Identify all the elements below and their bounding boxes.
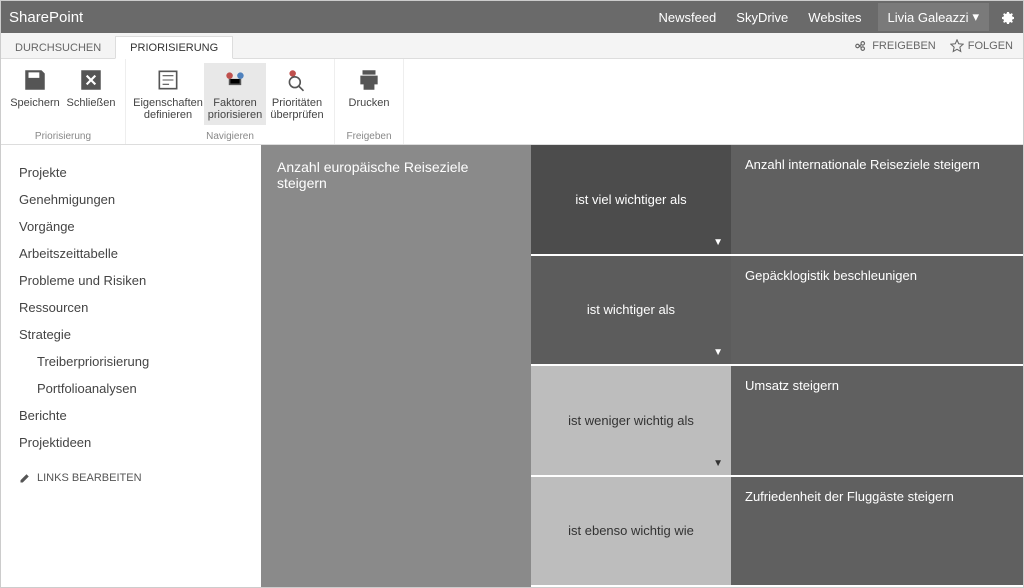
relation-selector[interactable]: ist wichtiger als▼ xyxy=(531,256,731,367)
save-button[interactable]: Speichern xyxy=(7,63,63,113)
ribbon: Speichern Schließen Priorisierung Eigens… xyxy=(1,59,1023,145)
ribbon-group-label: Freigeben xyxy=(341,129,397,142)
relation-selector[interactable]: ist viel wichtiger als▼ xyxy=(531,145,731,256)
factors-label: Faktoren priorisieren xyxy=(206,97,264,121)
ribbon-group-navigieren: Eigenschaften definieren Faktoren priori… xyxy=(126,59,335,144)
suite-title: SharePoint xyxy=(9,9,83,26)
chevron-down-icon: ▼ xyxy=(713,347,723,358)
ribbon-tabs: DURCHSUCHEN PRIORISIERUNG FREIGEBEN FOLG… xyxy=(1,33,1023,59)
ribbon-group-priorisierung: Speichern Schließen Priorisierung xyxy=(1,59,126,144)
properties-label: Eigenschaften definieren xyxy=(133,97,203,121)
compare-driver: Umsatz steigern xyxy=(731,366,1023,477)
matrix-left-label: Anzahl europäische Reiseziele steigern xyxy=(277,159,468,191)
save-label: Speichern xyxy=(10,97,60,109)
suite-link-skydrive[interactable]: SkyDrive xyxy=(736,10,788,25)
review-icon xyxy=(283,67,311,93)
nav-item-ressourcen[interactable]: Ressourcen xyxy=(19,294,243,321)
ribbon-group-label: Navigieren xyxy=(132,129,328,142)
share-icon xyxy=(854,39,868,53)
pencil-icon xyxy=(19,472,31,484)
print-label: Drucken xyxy=(349,97,390,109)
matrix-relation-column: ist viel wichtiger als▼ist wichtiger als… xyxy=(531,145,731,587)
relation-selector[interactable]: ist ebenso wichtig wie xyxy=(531,477,731,588)
suite-link-websites[interactable]: Websites xyxy=(808,10,861,25)
matrix-compare-column: Anzahl internationale Reiseziele steiger… xyxy=(731,145,1023,587)
nav-item-arbeitszeittabelle[interactable]: Arbeitszeittabelle xyxy=(19,240,243,267)
content-area: ProjekteGenehmigungenVorgängeArbeitszeit… xyxy=(1,145,1023,587)
nav-item-genehmigungen[interactable]: Genehmigungen xyxy=(19,186,243,213)
chevron-down-icon: ▼ xyxy=(713,458,723,469)
gear-icon[interactable] xyxy=(999,9,1015,25)
ribbon-group-freigeben: Drucken Freigeben xyxy=(335,59,404,144)
user-name: Livia Galeazzi xyxy=(888,10,969,25)
follow-button[interactable]: FOLGEN xyxy=(950,39,1013,53)
quick-launch: ProjekteGenehmigungenVorgängeArbeitszeit… xyxy=(1,145,261,587)
properties-button[interactable]: Eigenschaften definieren xyxy=(132,63,204,125)
chevron-down-icon: ▼ xyxy=(713,237,723,248)
nav-item-projektideen[interactable]: Projektideen xyxy=(19,429,243,456)
relation-selector[interactable]: ist weniger wichtig als▼ xyxy=(531,366,731,477)
follow-label: FOLGEN xyxy=(968,40,1013,52)
chevron-down-icon: ▾ xyxy=(972,9,979,25)
compare-driver: Gepäcklogistik beschleunigen xyxy=(731,256,1023,367)
share-label: FREIGEBEN xyxy=(872,40,936,52)
nav-item-berichte[interactable]: Berichte xyxy=(19,402,243,429)
compare-driver: Anzahl internationale Reiseziele steiger… xyxy=(731,145,1023,256)
edit-links[interactable]: LINKS BEARBEITEN xyxy=(19,472,243,484)
review-button[interactable]: Prioritäten überprüfen xyxy=(266,63,328,125)
print-icon xyxy=(355,67,383,93)
nav-item-strategie[interactable]: Strategie xyxy=(19,321,243,348)
close-label: Schließen xyxy=(67,97,116,109)
share-button[interactable]: FREIGEBEN xyxy=(854,39,936,53)
suite-bar: SharePoint Newsfeed SkyDrive Websites Li… xyxy=(1,1,1023,33)
factors-button[interactable]: Faktoren priorisieren xyxy=(204,63,266,125)
prioritization-matrix: Anzahl europäische Reiseziele steigern i… xyxy=(261,145,1023,587)
edit-links-label: LINKS BEARBEITEN xyxy=(37,472,142,484)
close-icon xyxy=(77,67,105,93)
tab-durchsuchen[interactable]: DURCHSUCHEN xyxy=(1,37,115,58)
nav-item-treiberpriorisierung[interactable]: Treiberpriorisierung xyxy=(19,348,243,375)
print-button[interactable]: Drucken xyxy=(341,63,397,113)
factors-icon xyxy=(221,67,249,93)
nav-item-probleme-und-risiken[interactable]: Probleme und Risiken xyxy=(19,267,243,294)
matrix-row-header: Anzahl europäische Reiseziele steigern xyxy=(261,145,531,587)
compare-driver: Zufriedenheit der Fluggäste steigern xyxy=(731,477,1023,588)
suite-link-newsfeed[interactable]: Newsfeed xyxy=(658,10,716,25)
close-button[interactable]: Schließen xyxy=(63,63,119,113)
save-icon xyxy=(21,67,49,93)
user-menu[interactable]: Livia Galeazzi ▾ xyxy=(878,3,989,31)
nav-item-vorgänge[interactable]: Vorgänge xyxy=(19,213,243,240)
star-icon xyxy=(950,39,964,53)
nav-item-projekte[interactable]: Projekte xyxy=(19,159,243,186)
tab-priorisierung[interactable]: PRIORISIERUNG xyxy=(115,36,233,59)
nav-item-portfolioanalysen[interactable]: Portfolioanalysen xyxy=(19,375,243,402)
ribbon-group-label: Priorisierung xyxy=(7,129,119,142)
review-label: Prioritäten überprüfen xyxy=(268,97,326,121)
properties-icon xyxy=(154,67,182,93)
